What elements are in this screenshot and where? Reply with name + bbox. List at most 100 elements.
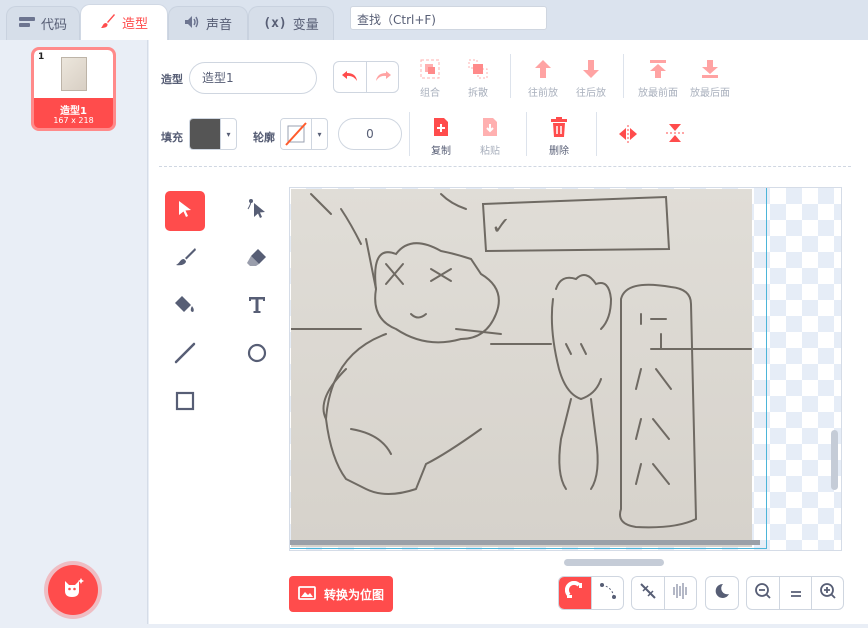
back-label: 放最后面 <box>690 88 730 99</box>
waveform-icon <box>671 581 691 605</box>
divider <box>409 112 410 156</box>
flip-vertical-icon <box>665 124 685 148</box>
redo-icon <box>374 68 392 87</box>
circle-tool[interactable] <box>237 335 277 375</box>
line-tool[interactable] <box>165 335 205 375</box>
copy-label: 复制 <box>431 146 451 157</box>
back-button[interactable]: 放最后面 <box>684 58 736 99</box>
rectangle-icon <box>175 391 195 415</box>
select-tool[interactable] <box>165 191 205 231</box>
svg-text:✓: ✓ <box>491 212 511 240</box>
front-label: 放最前面 <box>638 88 678 99</box>
vertical-scrollbar[interactable] <box>831 430 838 490</box>
delete-button[interactable]: 删除 <box>535 116 583 157</box>
footer-strip <box>0 624 868 628</box>
arrow-up-icon <box>519 58 567 80</box>
undo-icon <box>341 68 359 87</box>
group-label: 组合 <box>420 88 440 99</box>
undo-button[interactable] <box>334 62 366 92</box>
flip-horizontal-button[interactable] <box>617 124 639 148</box>
text-tool[interactable] <box>237 287 277 327</box>
outline-width-input[interactable]: 0 <box>338 118 402 150</box>
snap-button[interactable] <box>559 577 591 609</box>
costume-item[interactable]: 1 造型1 167 x 218 <box>31 47 116 131</box>
convert-to-bitmap-button[interactable]: 转换为位图 <box>289 576 393 612</box>
brush-icon <box>174 247 196 271</box>
outline-color-picker[interactable]: ▾ <box>280 118 328 150</box>
moon-icon <box>713 582 731 604</box>
tab-sounds[interactable]: 声音 <box>168 6 248 40</box>
zoom-group <box>746 576 844 610</box>
eraser-icon <box>246 247 268 271</box>
arrow-top-icon <box>632 58 684 80</box>
tab-costumes[interactable]: 造型 <box>80 4 168 40</box>
costume-index: 1 <box>38 52 45 62</box>
fill-label: 填充 <box>161 131 183 144</box>
sound-wave-button[interactable] <box>664 577 696 609</box>
zoom-out-button[interactable] <box>747 577 779 609</box>
variable-icon: (x) <box>263 16 287 31</box>
convert-to-bitmap-label: 转换为位图 <box>323 587 384 602</box>
zoom-reset-button[interactable] <box>779 577 811 609</box>
code-icon <box>18 16 35 32</box>
reshape-tool[interactable] <box>237 191 277 231</box>
forward-button[interactable]: 往前放 <box>519 58 567 99</box>
horizontal-scrollbar[interactable] <box>564 559 664 566</box>
line-icon <box>174 342 196 368</box>
image-icon <box>298 585 316 603</box>
trash-icon <box>535 116 583 138</box>
brush-tool[interactable] <box>165 239 205 279</box>
texture-group <box>631 576 697 610</box>
brush-texture-button[interactable] <box>632 577 664 609</box>
fill-color-picker[interactable]: ▾ <box>189 118 237 150</box>
fill-tool[interactable] <box>165 287 205 327</box>
search-input[interactable]: 查找（Ctrl+F) <box>350 6 547 30</box>
cursor-icon <box>177 200 193 222</box>
paste-icon <box>466 116 514 138</box>
ungroup-button[interactable]: 拆散 <box>454 58 502 99</box>
flip-vertical-button[interactable] <box>665 122 685 148</box>
copy-button[interactable]: 复制 <box>417 116 465 157</box>
group-icon <box>406 58 454 80</box>
brush-icon <box>100 13 116 33</box>
tab-sounds-label: 声音 <box>205 18 232 33</box>
paint-canvas[interactable]: ✓ <box>289 187 842 551</box>
tab-bar: 代码 造型 声音 (x) 变量 查找（Ctrl+F) <box>0 0 868 40</box>
cat-icon <box>61 577 85 603</box>
reshape-icon <box>246 198 268 224</box>
redo-button[interactable] <box>366 62 398 92</box>
copy-icon <box>417 116 465 138</box>
eraser-tool[interactable] <box>237 239 277 279</box>
tab-costumes-label: 造型 <box>121 17 148 32</box>
front-button[interactable]: 放最前面 <box>632 58 684 99</box>
snap-group <box>558 576 624 610</box>
zoom-in-icon <box>819 582 837 604</box>
costume-name-field[interactable]: 造型1 <box>189 62 317 94</box>
paste-button[interactable]: 粘贴 <box>466 116 514 157</box>
canvas-boundary <box>290 548 767 549</box>
divider <box>596 112 597 156</box>
circle-icon <box>246 342 268 368</box>
tab-code-label: 代码 <box>40 18 67 33</box>
magnet-icon <box>564 580 585 605</box>
toolbar-divider <box>159 166 851 167</box>
curve-points-button[interactable] <box>591 577 623 609</box>
group-button[interactable]: 组合 <box>406 58 454 99</box>
ungroup-icon <box>454 58 502 80</box>
backward-button[interactable]: 往后放 <box>567 58 615 99</box>
tab-code[interactable]: 代码 <box>6 6 80 40</box>
flip-horizontal-icon <box>617 125 639 148</box>
zoom-in-button[interactable] <box>811 577 843 609</box>
zoom-out-icon <box>754 582 772 604</box>
dark-mode-button[interactable] <box>706 577 738 609</box>
add-costume-button[interactable] <box>48 565 98 615</box>
costume-thumbnail <box>34 50 113 98</box>
text-icon <box>247 295 267 319</box>
chevron-down-icon: ▾ <box>220 119 236 149</box>
divider <box>526 112 527 156</box>
theme-group <box>705 576 739 610</box>
arrow-down-icon <box>567 58 615 80</box>
arrow-bottom-icon <box>684 58 736 80</box>
tab-variables[interactable]: (x) 变量 <box>248 6 334 40</box>
rectangle-tool[interactable] <box>165 383 205 423</box>
